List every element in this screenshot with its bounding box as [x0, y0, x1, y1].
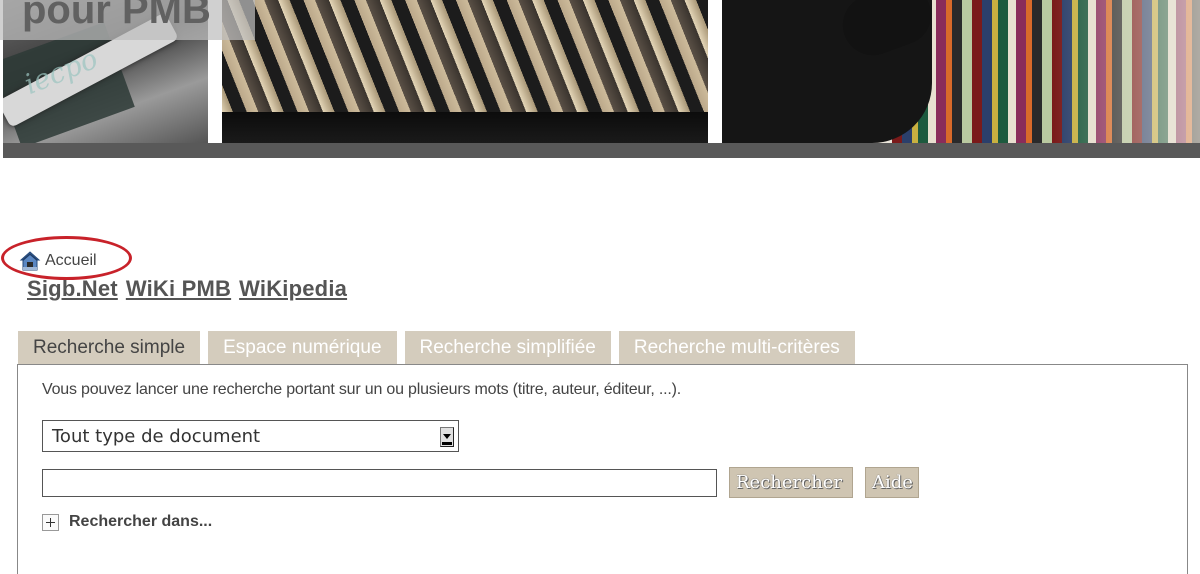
tab-recherche-multi-criteres[interactable]: Recherche multi-critères [618, 331, 855, 364]
banner-title: pour PMB [22, 0, 211, 32]
banner-title-box: pour PMB [0, 0, 255, 40]
search-input[interactable] [42, 469, 717, 497]
document-type-value: Tout type de document [52, 426, 261, 447]
link-wiki-pmb[interactable]: WiKi PMB [126, 276, 231, 302]
banner-bottom-bar [3, 143, 1200, 158]
tab-recherche-simplifiee[interactable]: Recherche simplifiée [404, 331, 611, 364]
search-panel: Vous pouvez lancer une recherche portant… [17, 364, 1188, 574]
plus-box-icon[interactable] [42, 513, 59, 531]
search-button[interactable]: Rechercher [729, 467, 853, 498]
search-intro-text: Vous pouvez lancer une recherche portant… [42, 381, 681, 398]
home-link[interactable]: Accueil [19, 250, 97, 272]
dropdown-arrow-icon[interactable] [440, 427, 454, 447]
document-type-select[interactable]: Tout type de document [42, 420, 459, 452]
help-button[interactable]: Aide [865, 467, 919, 498]
link-wikipedia[interactable]: WiKipedia [239, 276, 347, 302]
banner-photo-bookshelf [722, 0, 1200, 143]
records-shade [222, 112, 708, 143]
home-label: Accueil [45, 252, 97, 269]
tab-espace-numerique[interactable]: Espace numérique [208, 331, 397, 364]
link-sigb-net[interactable]: Sigb.Net [27, 276, 118, 302]
search-in-label: Rechercher dans... [69, 513, 213, 530]
books-fade [1052, 0, 1200, 143]
tab-recherche-simple[interactable]: Recherche simple [18, 331, 201, 364]
home-icon [19, 251, 41, 271]
external-links: Sigb.Net WiKi PMB WiKipedia [27, 276, 347, 302]
banner-photo-records [222, 0, 708, 143]
search-tabs: Recherche simple Espace numérique Recher… [18, 331, 855, 364]
header-banner: iecpo pour PMB [0, 0, 1200, 160]
search-in-toggle[interactable]: Rechercher dans... [42, 513, 212, 531]
